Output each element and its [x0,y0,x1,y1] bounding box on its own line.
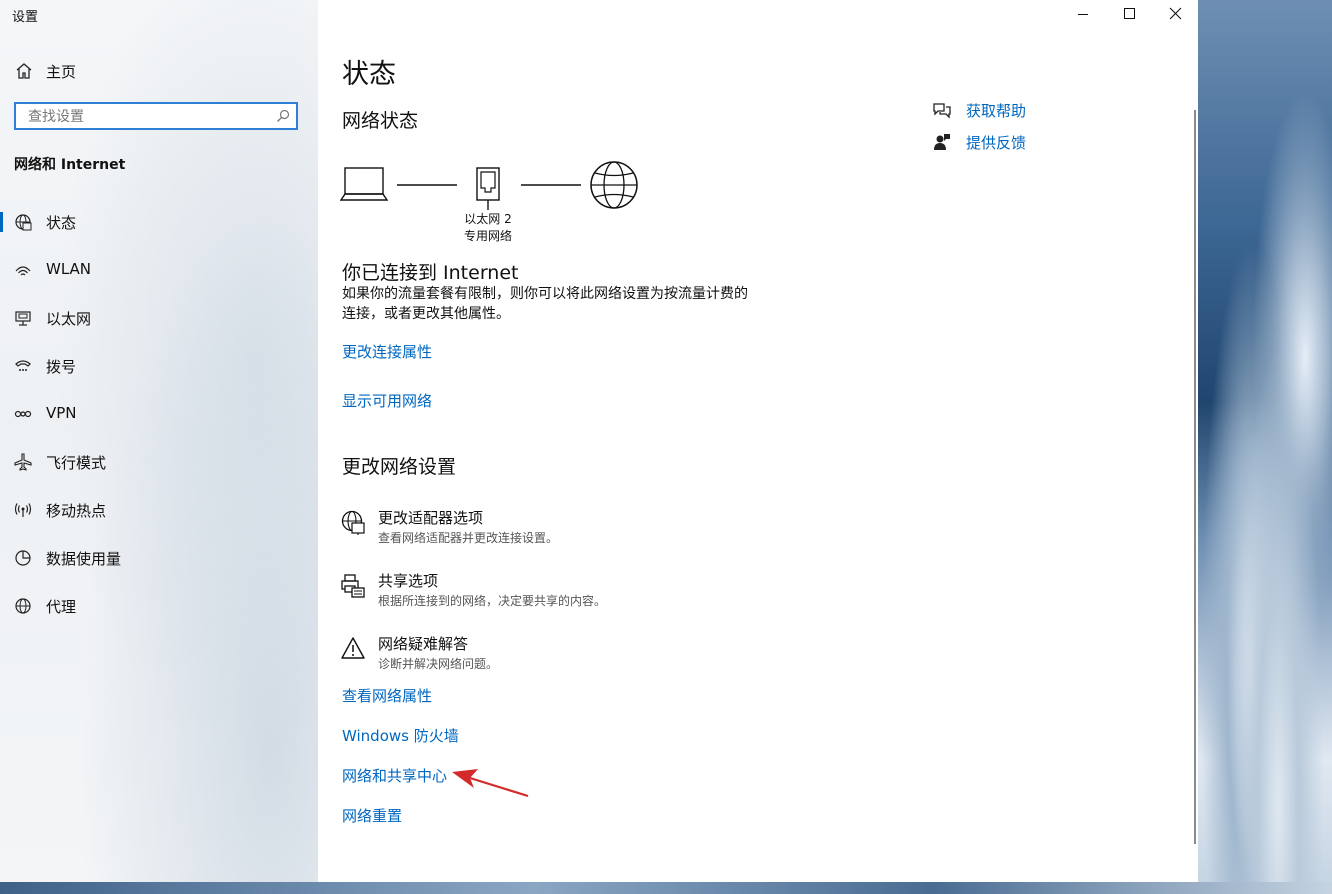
feedback-person-icon [934,134,950,150]
search-box[interactable] [14,102,298,130]
setting-title: 网络疑难解答 [378,635,469,653]
sidebar-item-dialup[interactable]: 拨号 [0,346,318,386]
page-title: 状态 [342,59,396,90]
ethernet-icon [15,311,31,326]
connected-description: 如果你的流量套餐有限制，则你可以将此网络设置为按流量计费的连接，或者更改其他属性… [342,286,748,322]
network-sharing-center-link[interactable]: 网络和共享中心 [342,765,447,786]
maximize-button[interactable] [1106,0,1152,30]
sidebar-item-label: 代理 [46,598,77,616]
setting-description: 根据所连接到的网络，决定要共享的内容。 [378,594,607,608]
adapter-globe-icon [341,510,365,535]
connected-title: 你已连接到 Internet [342,262,519,284]
proxy-globe-icon [15,598,31,614]
sidebar-item-vpn[interactable]: VPN [0,394,318,434]
hotspot-icon [14,503,32,517]
airplane-icon [14,453,32,471]
sidebar-item-label: VPN [46,404,77,422]
change-network-settings-title: 更改网络设置 [342,456,457,478]
sharing-printer-icon [341,574,365,598]
internet-globe-icon [590,161,638,209]
setting-description: 查看网络适配器并更改连接设置。 [378,531,559,545]
home-nav-item[interactable]: 主页 [0,56,318,86]
help-chat-icon [933,103,951,119]
get-help-label: 获取帮助 [966,102,1027,120]
sidebar: 设置 主页 网络和 Internet 状态 [0,0,318,882]
data-usage-icon [15,550,31,566]
dialup-icon [15,360,31,371]
network-troubleshooter[interactable]: 网络疑难解答 诊断并解决网络问题。 [340,633,840,677]
show-available-networks-link[interactable]: 显示可用网络 [342,390,432,411]
home-label: 主页 [46,63,77,81]
computer-icon [340,167,389,201]
adapter-name: 以太网 2 [464,212,512,226]
setting-title: 更改适配器选项 [378,509,484,527]
sidebar-item-status[interactable]: 状态 [0,202,318,242]
ethernet-port-icon [476,167,500,210]
selected-indicator [0,212,3,232]
close-button[interactable] [1152,0,1198,30]
sidebar-item-label: 数据使用量 [46,550,122,568]
wifi-icon [15,266,31,276]
desktop-wallpaper [1198,0,1332,894]
sidebar-item-label: 以太网 [46,310,92,328]
sidebar-item-ethernet[interactable]: 以太网 [0,298,318,338]
setting-description: 诊断并解决网络问题。 [378,657,499,671]
home-icon [16,63,32,79]
setting-title: 共享选项 [378,572,439,590]
change-connection-properties-link[interactable]: 更改连接属性 [342,341,432,362]
warning-icon [341,637,365,659]
search-input[interactable] [26,106,270,128]
network-status-title: 网络状态 [342,110,419,132]
scrollbar[interactable] [1194,110,1196,844]
search-icon[interactable] [276,109,290,123]
feedback-label: 提供反馈 [966,134,1027,152]
sidebar-item-label: WLAN [46,260,92,278]
sidebar-item-label: 状态 [46,214,77,232]
annotation-arrow [452,769,529,798]
settings-window: 设置 主页 网络和 Internet 状态 [0,0,1198,882]
sidebar-section-title: 网络和 Internet [14,157,126,173]
sidebar-item-label: 移动热点 [46,502,107,520]
sidebar-item-label: 拨号 [46,358,77,376]
desktop-wallpaper-strip [0,882,1332,894]
sidebar-item-hotspot[interactable]: 移动热点 [0,490,318,530]
sidebar-item-label: 飞行模式 [46,454,107,472]
change-adapter-options[interactable]: 更改适配器选项 查看网络适配器并更改连接设置。 [340,507,840,551]
maximize-icon [1124,8,1135,19]
sidebar-item-data-usage[interactable]: 数据使用量 [0,538,318,578]
network-reset-link[interactable]: 网络重置 [342,805,402,826]
close-icon [1169,7,1182,20]
vpn-icon [14,410,32,418]
sidebar-item-airplane[interactable]: 飞行模式 [0,442,318,482]
window-title: 设置 [12,10,39,25]
minimize-button[interactable] [1060,0,1106,30]
sidebar-item-wlan[interactable]: WLAN [0,250,318,290]
sidebar-item-proxy[interactable]: 代理 [0,586,318,626]
view-network-properties-link[interactable]: 查看网络属性 [342,685,432,706]
status-globe-icon [15,214,32,231]
network-diagram [340,161,638,210]
network-profile: 专用网络 [463,229,512,243]
minimize-icon [1078,14,1088,15]
sharing-options[interactable]: 共享选项 根据所连接到的网络，决定要共享的内容。 [340,570,840,614]
windows-firewall-link[interactable]: Windows 防火墙 [342,725,459,746]
